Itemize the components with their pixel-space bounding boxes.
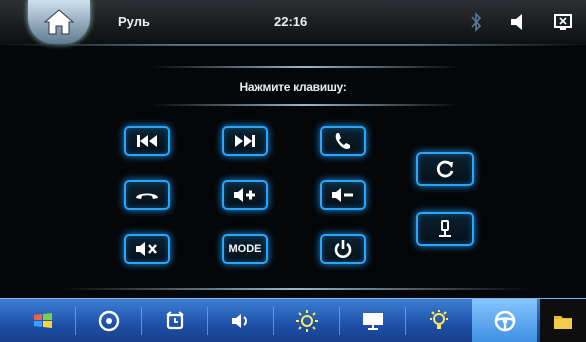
windows-icon	[33, 313, 52, 328]
mode-button[interactable]: MODE	[222, 234, 268, 264]
nav-disc[interactable]	[76, 299, 141, 342]
phone-hangup-button[interactable]	[124, 180, 170, 210]
divider	[150, 104, 460, 106]
folder-icon	[554, 316, 572, 329]
pin-icon	[439, 220, 451, 237]
power-icon	[334, 240, 352, 258]
bluetooth-icon	[471, 12, 482, 32]
nav-alarm[interactable]	[142, 299, 207, 342]
nav-windows[interactable]	[10, 299, 75, 342]
nav-display[interactable]	[340, 299, 405, 342]
mute-button[interactable]	[124, 234, 170, 264]
mute-icon	[136, 242, 157, 256]
volume-down-button[interactable]	[320, 180, 366, 210]
close-window-icon[interactable]	[553, 12, 573, 32]
nav-steering-wheel[interactable]	[472, 299, 537, 342]
steering-wheel-icon	[494, 310, 515, 332]
mode-label: MODE	[228, 243, 262, 255]
bulb-icon	[429, 310, 448, 329]
divider	[150, 66, 460, 68]
volume-down-icon	[332, 188, 353, 202]
confirm-button[interactable]	[416, 212, 474, 246]
brightness-icon	[295, 310, 318, 332]
next-track-button[interactable]	[222, 126, 268, 156]
phone-hangup-icon	[136, 193, 158, 199]
nav-brightness[interactable]	[274, 299, 339, 342]
volume-up-icon	[234, 188, 255, 202]
home-icon	[43, 9, 75, 35]
phone-answer-icon	[335, 133, 350, 149]
nav-lights[interactable]	[406, 299, 471, 342]
top-bar: Руль 22:16	[0, 0, 586, 45]
volume-icon[interactable]	[508, 12, 528, 32]
alarm-clock-icon	[165, 311, 184, 330]
divider	[0, 44, 586, 46]
prev-track-icon	[137, 135, 157, 147]
volume-up-button[interactable]	[222, 180, 268, 210]
speaker-icon	[231, 314, 247, 328]
next-track-icon	[235, 135, 255, 147]
power-button[interactable]	[320, 234, 366, 264]
phone-answer-button[interactable]	[320, 126, 366, 156]
disc-icon	[98, 310, 119, 332]
divider	[60, 288, 530, 290]
screen: Руль 22:16 Нажмите клавишу: MODE	[0, 0, 586, 342]
reset-button[interactable]	[416, 152, 474, 186]
prev-track-button[interactable]	[124, 126, 170, 156]
page-title: Руль	[118, 14, 150, 29]
nav-audio[interactable]	[208, 299, 273, 342]
monitor-icon	[362, 313, 383, 330]
clock: 22:16	[274, 14, 308, 29]
home-button[interactable]	[28, 0, 90, 44]
refresh-icon	[436, 160, 454, 178]
bottom-nav	[0, 298, 586, 342]
nav-files[interactable]	[540, 299, 586, 342]
prompt-text: Нажмите клавишу:	[239, 80, 347, 94]
